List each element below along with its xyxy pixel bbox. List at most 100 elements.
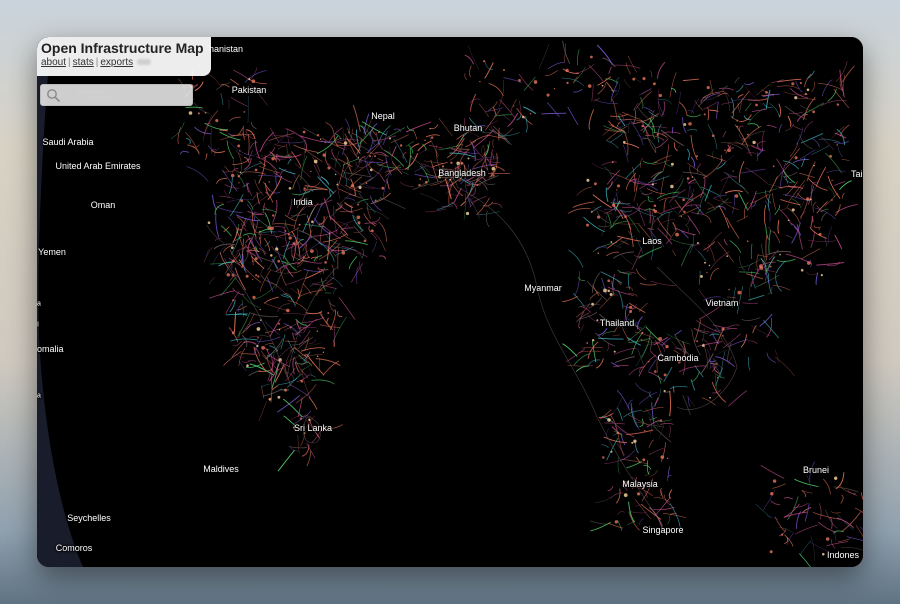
infrastructure-node	[613, 350, 616, 353]
country-label-myanmar: Myanmar	[524, 283, 562, 293]
infrastructure-node	[642, 458, 646, 462]
infrastructure-node	[257, 275, 260, 278]
infrastructure-node	[666, 457, 669, 460]
infrastructure-node	[256, 327, 261, 331]
infrastructure-node	[612, 203, 616, 207]
infrastructure-node	[303, 187, 306, 190]
header-links: about | stats | exports	[41, 57, 211, 68]
infrastructure-node	[270, 226, 274, 231]
infrastructure-node	[424, 139, 426, 141]
infrastructure-node	[237, 144, 241, 148]
infrastructure-node	[231, 331, 235, 335]
infrastructure-node	[659, 419, 663, 422]
infrastructure-node	[769, 550, 773, 554]
country-label-malaysia: Malaysia	[622, 479, 658, 489]
infrastructure-node	[322, 153, 326, 157]
edge-label-fragment: a	[37, 300, 41, 308]
infrastructure-node	[706, 86, 710, 90]
infrastructure-node	[302, 130, 306, 134]
infrastructure-node	[791, 82, 795, 86]
infrastructure-node	[686, 177, 690, 180]
infrastructure-node	[709, 396, 711, 399]
infrastructure-node	[356, 215, 361, 220]
infrastructure-node	[269, 397, 272, 400]
infrastructure-node	[381, 186, 385, 190]
infrastructure-node	[378, 131, 380, 134]
infrastructure-node	[781, 533, 784, 536]
infrastructure-node	[418, 183, 421, 187]
country-label-bhutan: Bhutan	[453, 123, 483, 133]
country-label-cambodia: Cambodia	[657, 353, 699, 363]
infrastructure-node	[597, 252, 600, 255]
infrastructure-node	[410, 155, 412, 158]
infrastructure-node	[609, 293, 613, 296]
infrastructure-node	[708, 264, 711, 267]
infrastructure-node	[449, 178, 451, 181]
infrastructure-node	[734, 194, 739, 198]
infrastructure-node	[310, 249, 314, 253]
infrastructure-node	[682, 198, 685, 202]
infrastructure-node	[616, 184, 621, 188]
country-label-oman: Oman	[90, 200, 116, 210]
infrastructure-node	[456, 161, 460, 165]
infrastructure-node	[261, 346, 265, 350]
infrastructure-node	[317, 355, 319, 357]
infrastructure-node	[565, 68, 569, 73]
infrastructure-node	[779, 253, 781, 256]
infrastructure-node	[647, 360, 650, 363]
infrastructure-node	[658, 337, 662, 341]
infrastructure-node	[806, 261, 811, 265]
infrastructure-node	[799, 82, 802, 85]
infrastructure-node	[324, 141, 327, 144]
country-label-sri-lanka: Sri Lanka	[293, 423, 333, 433]
infrastructure-node	[680, 215, 683, 218]
infrastructure-node	[736, 125, 739, 128]
map-canvas[interactable]	[37, 37, 863, 567]
infrastructure-node	[611, 161, 614, 164]
infrastructure-node	[624, 215, 627, 219]
exports-link[interactable]: exports	[100, 57, 133, 68]
infrastructure-node	[834, 476, 838, 480]
infrastructure-node	[590, 210, 593, 213]
infrastructure-node	[450, 161, 453, 164]
infrastructure-node	[319, 138, 322, 140]
infrastructure-node	[245, 274, 249, 278]
infrastructure-node	[254, 168, 258, 172]
infrastructure-node	[791, 208, 795, 212]
country-label-somalia: omalia	[37, 344, 64, 354]
infrastructure-node	[746, 133, 749, 136]
infrastructure-node	[237, 175, 241, 178]
infrastructure-node	[251, 79, 256, 84]
infrastructure-node	[204, 111, 207, 114]
infrastructure-node	[533, 80, 538, 84]
infrastructure-node	[266, 348, 269, 351]
infrastructure-node	[491, 166, 496, 171]
infrastructure-node	[596, 319, 599, 322]
infrastructure-node	[656, 133, 659, 136]
stats-link[interactable]: stats	[73, 57, 94, 68]
infrastructure-node	[308, 418, 311, 421]
infrastructure-node	[616, 431, 620, 435]
infrastructure-node	[271, 157, 275, 161]
infrastructure-node	[232, 260, 235, 263]
infrastructure-node	[327, 312, 330, 315]
infrastructure-node	[259, 308, 261, 311]
infrastructure-node	[623, 493, 628, 497]
country-label-bangladesh: Bangladesh	[438, 168, 486, 178]
infrastructure-node	[610, 241, 613, 243]
infrastructure-node	[603, 288, 607, 293]
infrastructure-node	[286, 308, 290, 313]
infrastructure-node	[822, 552, 825, 556]
country-label-uae: United Arab Emirates	[55, 161, 141, 171]
infrastructure-node	[818, 232, 822, 236]
infrastructure-node	[597, 215, 601, 219]
about-link[interactable]: about	[41, 57, 66, 68]
infrastructure-node	[268, 181, 270, 183]
search-box[interactable]	[40, 84, 193, 106]
infrastructure-node	[336, 183, 339, 186]
map-background	[37, 37, 863, 567]
infrastructure-node	[518, 79, 521, 82]
infrastructure-node	[529, 112, 532, 115]
infrastructure-node	[238, 182, 240, 184]
infrastructure-node	[642, 77, 646, 81]
